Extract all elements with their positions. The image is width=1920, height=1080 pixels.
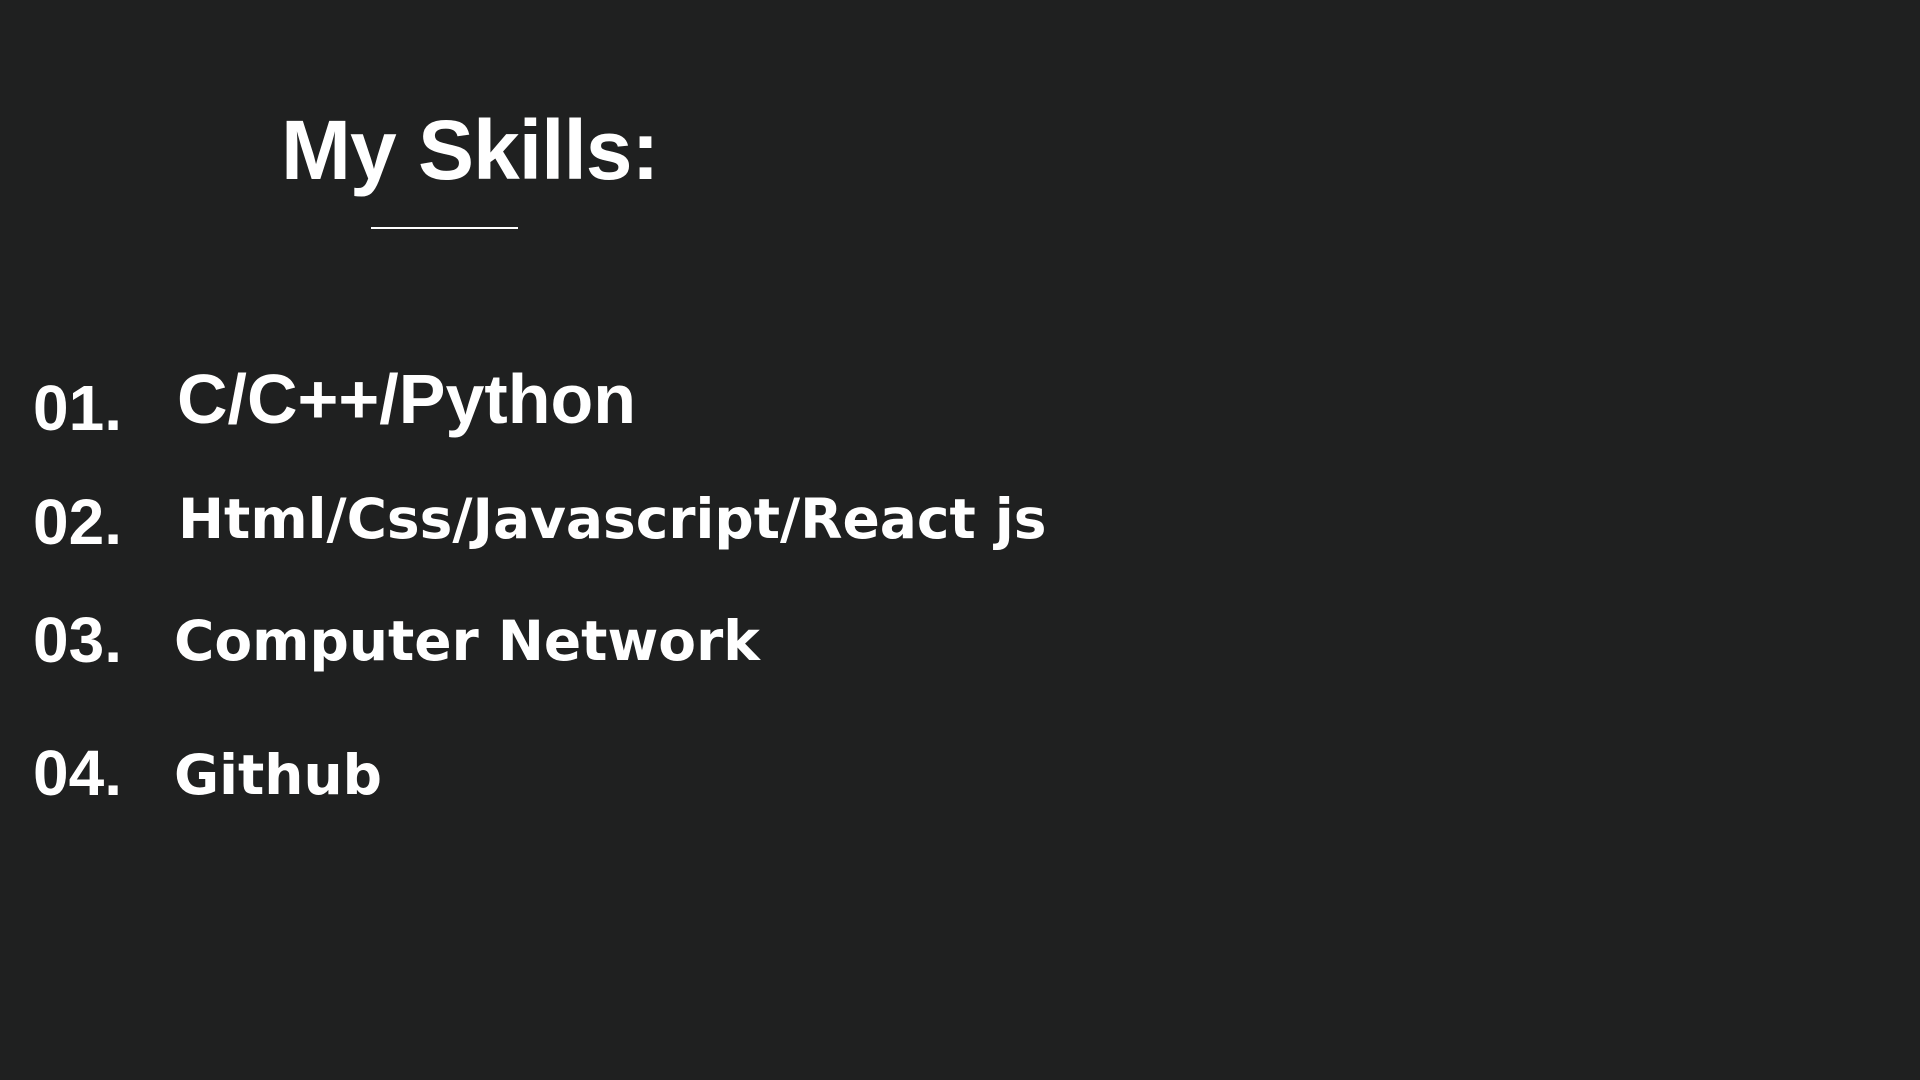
skill-label: Github <box>174 743 382 807</box>
slide-title: My Skills: <box>281 103 659 197</box>
skill-label: C/C++/Python <box>177 360 636 438</box>
skills-slide: My Skills: 01. C/C++/Python 02. Html/Css… <box>0 0 1920 1080</box>
skill-number: 04. <box>33 737 122 809</box>
skill-label: Html/Css/Javascript/React js <box>178 487 1047 551</box>
skill-number: 02. <box>33 486 122 558</box>
skill-number: 01. <box>33 372 122 444</box>
skill-number: 03. <box>33 604 122 676</box>
skill-label: Computer Network <box>174 609 760 673</box>
title-underline <box>371 227 518 229</box>
